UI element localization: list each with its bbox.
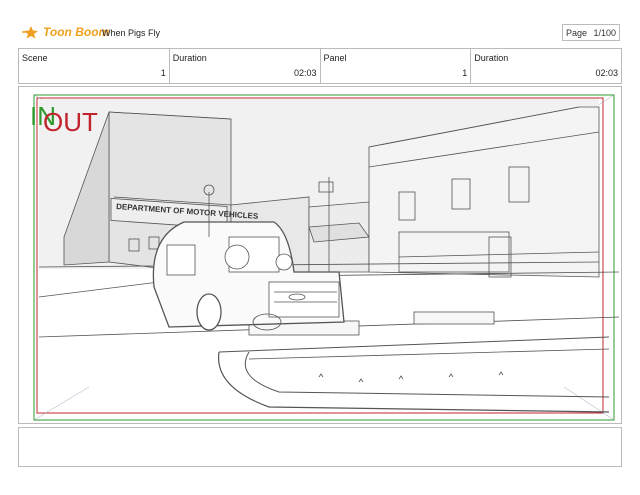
duration-label: Duration: [172, 53, 207, 63]
duration-value: 02:03: [595, 68, 618, 78]
panel-notes-area[interactable]: [18, 427, 622, 467]
page-value: 1/100: [593, 27, 616, 38]
panel-value: 1: [462, 68, 468, 78]
duration-value: 02:03: [293, 68, 317, 78]
duration-label: Duration: [474, 53, 509, 63]
scene-duration-cell: Duration 02:03: [170, 49, 321, 83]
page-label: Page: [566, 27, 588, 38]
panel-sketch: DEPARTMENT OF MOTOR VEHICLES: [33, 94, 620, 421]
star-logo-icon: [22, 26, 38, 39]
out-label: OUT: [43, 107, 98, 137]
project-title: When Pigs Fly: [102, 28, 161, 38]
page-indicator: Page 1/100: [562, 24, 620, 41]
scene-value: 1: [160, 68, 166, 78]
scene-label: Scene: [22, 53, 48, 63]
panel-cell: Panel 1: [321, 49, 472, 83]
storyboard-panel[interactable]: DEPARTMENT OF MOTOR VEHICLES IN OUT: [18, 86, 622, 424]
panel-label: Panel: [323, 53, 347, 63]
scene-cell: Scene 1: [19, 49, 170, 83]
toon-boom-logo: Toon Boom: [22, 25, 109, 39]
header: Toon Boom When Pigs Fly Page 1/100: [20, 20, 620, 46]
panel-duration-cell: Duration 02:03: [471, 49, 621, 83]
panel-info-row: Scene 1 Duration 02:03 Panel 1 Duration …: [18, 48, 622, 84]
logo-text: Toon Boom: [43, 25, 110, 39]
